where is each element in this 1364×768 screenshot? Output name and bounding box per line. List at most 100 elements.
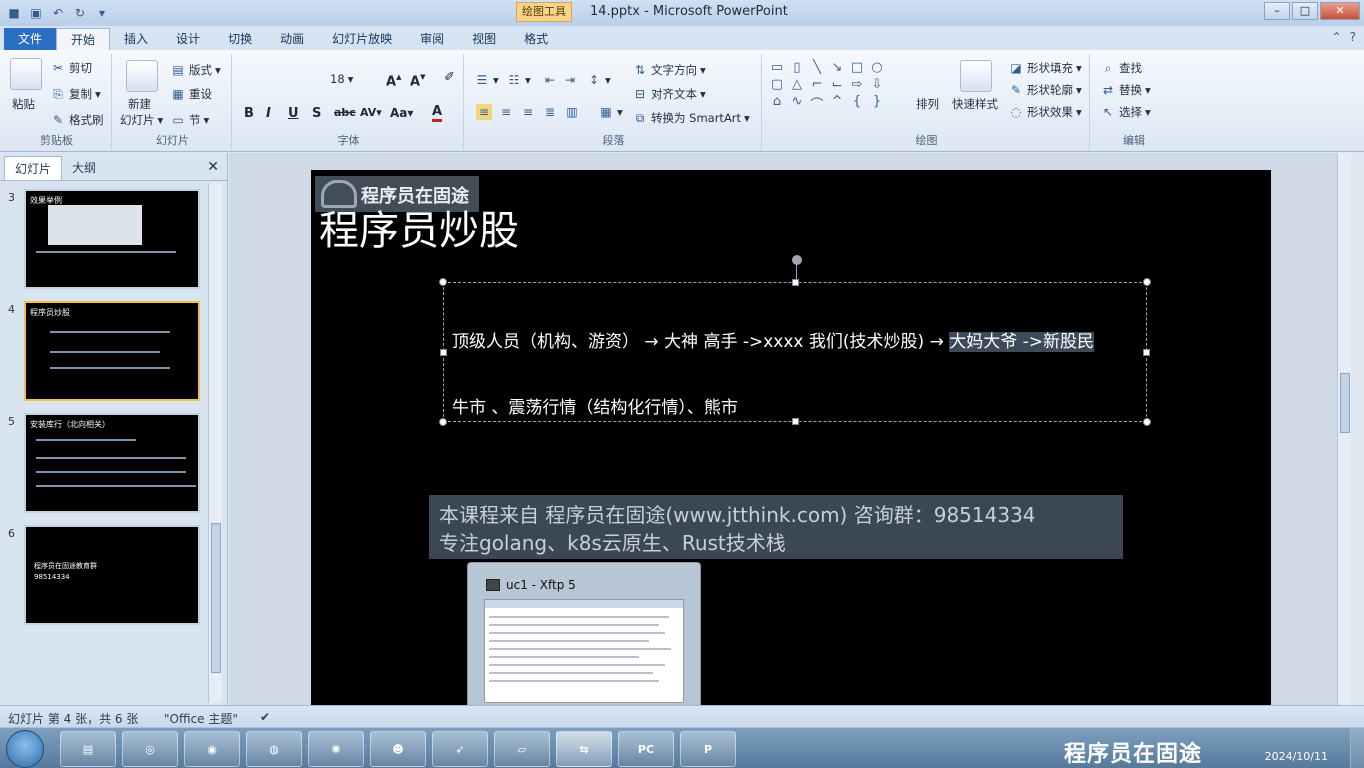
tab-format[interactable]: 格式 (510, 28, 562, 50)
taskbar-app-pycharm[interactable]: PC (618, 731, 674, 767)
find-button[interactable]: ⌕ 查找 (1100, 60, 1142, 76)
paste-icon[interactable] (10, 58, 42, 90)
cut-button[interactable]: ✂ 剪切 (50, 60, 92, 76)
tab-view[interactable]: 视图 (458, 28, 510, 50)
thumbnail-row[interactable]: 6 程序员在固途教育群 98514334 (0, 525, 210, 631)
slide-thumbnail[interactable]: 程序员在固途教育群 98514334 (24, 525, 200, 625)
line-spacing-button[interactable]: ↕ ▾ (586, 72, 611, 88)
redo-icon[interactable]: ↻ (72, 5, 88, 21)
bracket-shape-icon[interactable]: ^ (828, 94, 846, 113)
resize-handle[interactable] (792, 418, 799, 425)
char-spacing-button[interactable]: AV▾ (360, 106, 382, 119)
taskbar-app-qq[interactable]: ☻ (370, 731, 426, 767)
maximize-button[interactable]: □ (1292, 2, 1318, 20)
numbering-button[interactable]: ☷ ▾ (506, 72, 531, 88)
spellcheck-icon[interactable]: ✔ (260, 710, 270, 724)
taskbar-app-xshell[interactable]: ✺ (308, 731, 364, 767)
distribute-button[interactable]: ▥ (564, 104, 580, 120)
slide-title[interactable]: 程序员炒股 (319, 198, 519, 256)
arrow-shape-icon[interactable]: ↘ (828, 60, 846, 75)
format-painter-button[interactable]: ✎ 格式刷 (50, 112, 104, 128)
resize-handle[interactable] (440, 349, 447, 356)
panel-scroll-thumb[interactable] (211, 523, 221, 673)
freeform-shape-icon[interactable]: ⌂ (768, 94, 786, 113)
clear-format-icon[interactable]: ✐ (444, 70, 455, 85)
customize-qat-icon[interactable]: ▾ (94, 5, 110, 21)
italic-button[interactable]: I (266, 106, 271, 121)
quick-styles-icon[interactable] (960, 60, 992, 92)
elbow2-shape-icon[interactable]: ⌙ (828, 77, 846, 92)
taskbar-app-xftp[interactable]: ⇆ (556, 731, 612, 767)
new-slide-icon[interactable] (126, 60, 158, 92)
tab-home[interactable]: 开始 (56, 28, 111, 50)
save-icon[interactable]: ▣ (28, 5, 44, 21)
taskbar-window-preview[interactable]: uc1 - Xftp 5 (467, 562, 701, 722)
taskbar-app-feishu[interactable]: ➶ (432, 731, 488, 767)
arrange-button[interactable]: 排列 (916, 96, 939, 112)
slide-scrollbar[interactable] (1337, 153, 1351, 705)
font-size-select[interactable]: 18 ▾ (330, 72, 353, 86)
panel-scrollbar[interactable] (208, 183, 222, 703)
increase-indent-button[interactable]: ⇥ (562, 72, 578, 88)
tab-outline[interactable]: 大纲 (62, 156, 106, 180)
resize-handle[interactable] (1143, 418, 1151, 426)
align-right-button[interactable]: ≡ (520, 104, 536, 120)
decrease-indent-button[interactable]: ⇤ (542, 72, 558, 88)
quick-styles-button[interactable]: 快速样式 (952, 96, 998, 112)
strikethrough-button[interactable]: abc (334, 106, 356, 119)
taskbar-app-explorer[interactable]: ▤ (60, 731, 116, 767)
rotate-handle[interactable] (792, 255, 802, 265)
rect-shape-icon[interactable]: □ (848, 60, 866, 75)
taskbar-app-chrome[interactable]: ◍ (246, 731, 302, 767)
undo-icon[interactable]: ↶ (50, 5, 66, 21)
rounded-rect-shape-icon[interactable]: ▢ (768, 77, 786, 92)
align-left-button[interactable]: ≡ (476, 104, 492, 120)
tab-transitions[interactable]: 切换 (214, 28, 266, 50)
paste-button[interactable]: 粘贴 (12, 96, 35, 112)
taskbar-app-powerpoint[interactable]: P (680, 731, 736, 767)
replace-button[interactable]: ⇄ 替换 ▾ (1100, 82, 1151, 98)
shape-outline-button[interactable]: ✎ 形状轮廓 ▾ (1008, 82, 1082, 98)
text-direction-button[interactable]: ⇅ 文字方向 ▾ (632, 62, 706, 78)
bold-button[interactable]: B (244, 106, 254, 121)
shapes-gallery[interactable]: ▭ ▯ ╲ ↘ □ ○ ▢ △ ⌐ ⌙ ⇨ ⇩ ⌂ ∿ ⌒ ^{} (768, 60, 888, 113)
vtextbox-shape-icon[interactable]: ▯ (788, 60, 806, 75)
preview-thumbnail[interactable] (484, 599, 684, 703)
shadow-button[interactable]: S (312, 106, 321, 121)
app-icon[interactable]: ■ (6, 5, 22, 21)
tab-review[interactable]: 审阅 (406, 28, 458, 50)
oval-shape-icon[interactable]: ○ (868, 60, 886, 75)
theme-status[interactable]: "Office 主题" (164, 710, 238, 727)
bullets-button[interactable]: ☰ ▾ (474, 72, 499, 88)
brace-left-shape-icon[interactable]: { (848, 94, 866, 113)
reset-button[interactable]: ▦ 重设 (170, 86, 212, 102)
selected-textbox[interactable]: 顶级人员（机构、游资） → 大神 高手 ->xxxx 我们(技术炒股) → 大妈… (439, 278, 1151, 426)
slide-canvas[interactable]: 程序员在固途 程序员炒股 顶级人员（机构、游资） → 大神 高手 ->xxxx … (311, 170, 1271, 705)
change-case-button[interactable]: Aa▾ (390, 106, 413, 120)
align-text-button[interactable]: ⊟ 对齐文本 ▾ (632, 86, 706, 102)
slide-thumbnail[interactable]: 安装库行（北向相关） (24, 413, 200, 513)
underline-button[interactable]: U (288, 106, 299, 121)
tab-animations[interactable]: 动画 (266, 28, 318, 50)
tab-slideshow[interactable]: 幻灯片放映 (318, 28, 406, 50)
start-button[interactable] (6, 730, 44, 768)
thumbnail-row[interactable]: 3 效果举例 (0, 189, 210, 295)
align-center-button[interactable]: ≡ (498, 104, 514, 120)
triangle-shape-icon[interactable]: △ (788, 77, 806, 92)
close-button[interactable]: ✕ (1320, 2, 1360, 20)
resize-handle[interactable] (439, 418, 447, 426)
smartart-button[interactable]: ⧉ 转换为 SmartArt ▾ (632, 110, 750, 126)
shape-effects-button[interactable]: ◌ 形状效果 ▾ (1008, 104, 1082, 120)
shape-fill-button[interactable]: ◪ 形状填充 ▾ (1008, 60, 1081, 76)
justify-button[interactable]: ≣ (542, 104, 558, 120)
tray-date[interactable]: 2024/10/11 (1265, 750, 1328, 763)
line-shape-icon[interactable]: ╲ (808, 60, 826, 75)
slide-thumbnail-selected[interactable]: 程序员炒股 (24, 301, 200, 401)
curve-shape-icon[interactable]: ∿ (788, 94, 806, 113)
textbox-shape-icon[interactable]: ▭ (768, 60, 786, 75)
elbow-shape-icon[interactable]: ⌐ (808, 77, 826, 92)
slide-scroll-thumb[interactable] (1340, 373, 1350, 433)
taskbar-app-chat[interactable]: ◉ (184, 731, 240, 767)
resize-handle[interactable] (1143, 349, 1150, 356)
section-button[interactable]: ▭ 节 ▾ (170, 112, 209, 128)
